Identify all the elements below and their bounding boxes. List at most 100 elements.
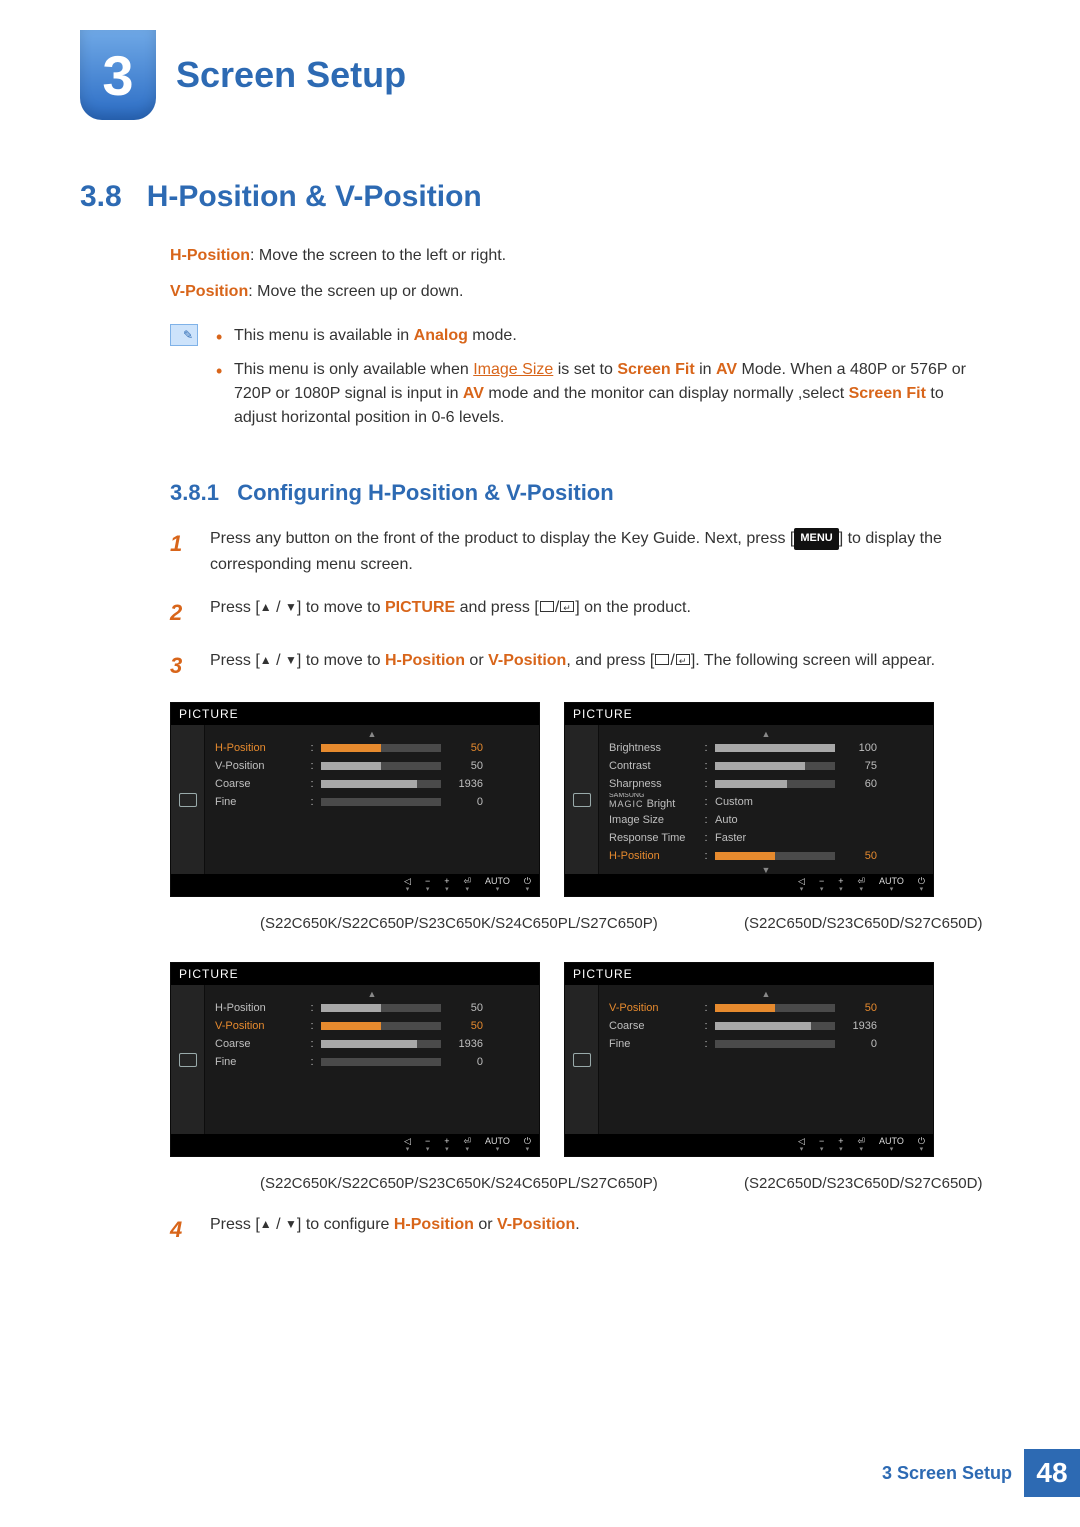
osd-item-label: H-Position — [215, 1002, 303, 1014]
osd-item-value: 1936 — [841, 1020, 877, 1032]
osd-slider — [715, 1022, 835, 1030]
osd-slider — [715, 744, 835, 752]
note-icon: ✎ — [170, 324, 198, 346]
osd-caption: (S22C650K/S22C650P/S23C650K/S24C650PL/S2… — [260, 1175, 630, 1192]
step-text: or — [465, 652, 488, 669]
note-list: This menu is available in Analog mode. T… — [216, 324, 990, 440]
osd-item-text: Auto — [715, 814, 738, 826]
osd-btn-plus: +▾ — [838, 1137, 843, 1153]
down-triangle-icon: ▼ — [285, 651, 297, 670]
osd-item: Image Size :Auto — [609, 811, 923, 829]
osd-item-label: V-Position — [609, 1002, 697, 1014]
note-keyword: AV — [463, 385, 484, 402]
osd-item: SAMSUNGMAGIC Bright :Custom — [609, 793, 923, 811]
osd-slider — [321, 762, 441, 770]
osd-item: Sharpness : 60 — [609, 775, 923, 793]
osd-slider — [715, 1004, 835, 1012]
osd-side-icon — [565, 725, 599, 876]
note-text: mode. — [468, 327, 517, 344]
osd-item-label: Image Size — [609, 814, 697, 826]
osd-slider — [321, 744, 441, 752]
step-keyword: V-Position — [488, 652, 566, 669]
osd-item-value: 1936 — [447, 778, 483, 790]
vposition-term: V-Position — [170, 283, 248, 300]
osd-slider — [321, 1022, 441, 1030]
step-keyword: H-Position — [394, 1216, 474, 1233]
note-text: is set to — [553, 361, 617, 378]
page-footer: 3 Screen Setup 48 — [0, 1449, 1080, 1497]
step-keyword: H-Position — [385, 652, 465, 669]
osd-item-label: Brightness — [609, 742, 697, 754]
osd-item-text: Custom — [715, 796, 753, 808]
osd-item-value: 50 — [447, 1002, 483, 1014]
vposition-desc: : Move the screen up or down. — [248, 283, 463, 300]
osd-btn-back: ◁▾ — [798, 1137, 805, 1153]
note-keyword: Screen Fit — [849, 385, 926, 402]
osd-item-value: 50 — [841, 850, 877, 862]
osd-btn-auto: AUTO▾ — [485, 877, 510, 893]
steps-list: 1 Press any button on the front of the p… — [170, 526, 990, 684]
osd-caption: (S22C650K/S22C650P/S23C650K/S24C650PL/S2… — [260, 915, 630, 932]
step-number: 3 — [170, 648, 192, 683]
osd-btn-enter: ⏎▾ — [857, 877, 865, 893]
section-title: H-Position & V-Position — [147, 180, 482, 213]
chapter-header: 3 Screen Setup — [80, 30, 990, 120]
scroll-up-icon: ▲ — [609, 989, 923, 999]
osd-item: Response Time :Faster — [609, 829, 923, 847]
osd-btn-minus: −▾ — [425, 1137, 430, 1153]
osd-item-label: Sharpness — [609, 778, 697, 790]
up-triangle-icon: ▲ — [260, 598, 272, 617]
osd-item-value: 0 — [447, 796, 483, 808]
step-keyword: PICTURE — [385, 599, 455, 616]
step-body: Press [▲ / ▼] to move to PICTURE and pre… — [210, 595, 990, 630]
step-number: 4 — [170, 1212, 192, 1247]
step-text: and press [ — [455, 599, 539, 616]
osd-item: H-Position : 50 — [215, 999, 529, 1017]
note-text: This menu is only available when — [234, 361, 473, 378]
definition-hposition: H-Position: Move the screen to the left … — [170, 244, 990, 268]
osd-item-value: 0 — [447, 1056, 483, 1068]
step-number: 2 — [170, 595, 192, 630]
osd-item-label: H-Position — [215, 742, 303, 754]
osd-item-value: 50 — [447, 760, 483, 772]
hposition-term: H-Position — [170, 247, 250, 264]
osd-slider — [321, 1058, 441, 1066]
osd-caption: (S22C650D/S23C650D/S27C650D) — [744, 1175, 990, 1192]
osd-btn-power: ⏻▾ — [524, 877, 531, 893]
osd-slider — [715, 780, 835, 788]
osd-item: V-Position : 50 — [215, 757, 529, 775]
osd-button-bar: ◁▾ −▾ +▾ ⏎▾ AUTO▾ ⏻▾ — [171, 1134, 539, 1156]
osd-slider — [715, 1040, 835, 1048]
note-keyword: AV — [716, 361, 737, 378]
osd-btn-plus: +▾ — [444, 1137, 449, 1153]
osd-btn-enter: ⏎▾ — [463, 877, 471, 893]
osd-slider — [321, 780, 441, 788]
osd-panel: PICTURE ▲ H-Position : 50 V-Position : 5… — [170, 962, 540, 1157]
down-triangle-icon: ▼ — [285, 1215, 297, 1234]
step-text: Press [ — [210, 599, 260, 616]
step-text: ] on the product. — [575, 599, 691, 616]
osd-btn-back: ◁▾ — [798, 877, 805, 893]
osd-item-label: SAMSUNGMAGIC Bright — [609, 793, 697, 811]
osd-btn-minus: −▾ — [425, 877, 430, 893]
step-item: 3 Press [▲ / ▼] to move to H-Position or… — [170, 648, 990, 683]
osd-item-label: Contrast — [609, 760, 697, 772]
step-body: Press any button on the front of the pro… — [210, 526, 990, 577]
enter-icon — [676, 654, 690, 665]
page-number: 48 — [1024, 1449, 1080, 1497]
osd-btn-enter: ⏎▾ — [857, 1137, 865, 1153]
osd-item-label: Fine — [609, 1038, 697, 1050]
osd-panel: PICTURE ▲ H-Position : 50 V-Position : 5… — [170, 702, 540, 897]
osd-btn-back: ◁▾ — [404, 877, 411, 893]
note-box: ✎ This menu is available in Analog mode.… — [170, 324, 990, 440]
osd-slider — [321, 1004, 441, 1012]
menu-key-icon: MENU — [794, 528, 838, 550]
osd-panel: PICTURE ▲ Brightness : 100 Contrast : 75… — [564, 702, 934, 897]
osd-side-icon — [565, 985, 599, 1136]
section-heading: 3.8 H-Position & V-Position — [80, 180, 990, 214]
osd-item-value: 0 — [841, 1038, 877, 1050]
down-triangle-icon: ▼ — [285, 598, 297, 617]
rect-icon — [540, 601, 554, 612]
osd-btn-power: ⏻▾ — [524, 1137, 531, 1153]
chapter-title: Screen Setup — [176, 54, 406, 96]
